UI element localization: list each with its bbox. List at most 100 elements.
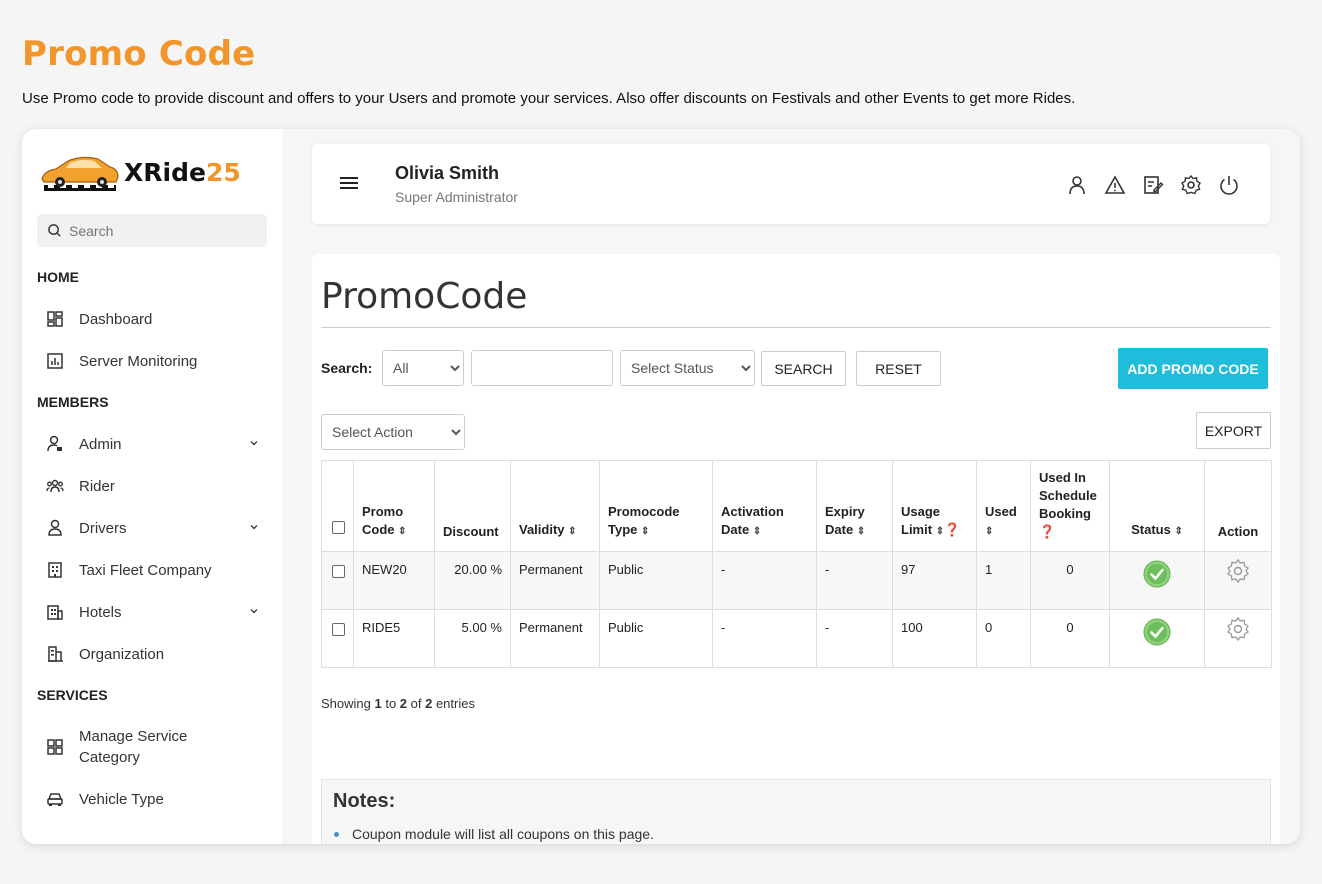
table-row: NEW20 20.00 % Permanent Public - - 97 1 … <box>321 551 1272 610</box>
entries-of-text: of <box>407 696 426 711</box>
entries-prefix: Showing <box>321 696 375 711</box>
brand-logo[interactable]: XRide25 <box>38 147 248 197</box>
header-text: Promocode <box>608 504 680 519</box>
sidebar-item-label: Drivers <box>79 519 127 537</box>
cell-action <box>1204 609 1272 668</box>
search-icon <box>48 224 61 237</box>
sidebar-item-hotels[interactable]: Hotels <box>46 603 266 621</box>
app-frame: XRide25 HOME Dashboard Server Monitoring… <box>22 129 1300 844</box>
page-description: Use Promo code to provide discount and o… <box>22 90 1076 107</box>
sidebar-search[interactable] <box>37 214 267 247</box>
cell-type: Public <box>599 609 713 668</box>
cell-schedule-used: 0 <box>1030 551 1110 610</box>
header-text: Date <box>825 522 854 537</box>
header-text: Promo <box>362 504 404 519</box>
entries-from: 1 <box>374 696 382 711</box>
row-select-cell <box>321 551 354 610</box>
row-checkbox[interactable] <box>332 565 345 578</box>
sidebar-search-input[interactable] <box>69 222 249 239</box>
gear-icon[interactable] <box>1225 558 1251 584</box>
search-label: Search: <box>321 360 373 376</box>
brand-name-text: XRide <box>124 157 206 187</box>
settings-icon[interactable] <box>1180 174 1202 196</box>
header-text: Expiry <box>825 504 865 519</box>
cell-code: NEW20 <box>353 551 435 610</box>
bulk-action-select[interactable]: Select Action <box>321 414 465 450</box>
power-icon[interactable] <box>1218 174 1240 196</box>
header-promocode-type[interactable]: Promocode Type ⇕ <box>599 460 713 552</box>
help-icon[interactable]: ❓ <box>944 522 960 537</box>
section-home: HOME <box>37 269 79 285</box>
cell-action <box>1204 551 1272 610</box>
header-text: Action <box>1217 524 1259 539</box>
search-field-select[interactable]: All <box>382 350 464 386</box>
header-text: Used <box>985 504 1017 519</box>
header-text: Limit <box>901 522 933 537</box>
sort-icon: ⇕ <box>856 526 866 537</box>
header-text: Usage <box>901 504 941 519</box>
sidebar-item-taxi-fleet-company[interactable]: Taxi Fleet Company <box>46 561 266 579</box>
row-checkbox[interactable] <box>332 623 345 636</box>
cell-expiry: - <box>816 609 893 668</box>
header-text: Discount <box>443 524 499 539</box>
sidebar-item-label: Admin <box>79 435 122 453</box>
row-select-cell <box>321 609 354 668</box>
sidebar-item-rider[interactable]: Rider <box>46 477 266 495</box>
sidebar-item-admin[interactable]: Admin <box>46 435 266 453</box>
header-promo-code[interactable]: Promo Code ⇕ <box>353 460 435 552</box>
sidebar: XRide25 HOME Dashboard Server Monitoring… <box>22 129 282 844</box>
add-promo-code-button[interactable]: ADD PROMO CODE <box>1118 348 1268 389</box>
cell-discount: 20.00 % <box>434 551 511 610</box>
header-text: Booking <box>1039 506 1091 521</box>
sidebar-item-organization[interactable]: Organization <box>46 645 266 663</box>
user-lock-icon <box>46 435 64 453</box>
sidebar-item-manage-service-category[interactable]: Manage Service Category <box>46 726 266 768</box>
search-button[interactable]: SEARCH <box>761 351 846 386</box>
check-circle-icon[interactable] <box>1143 618 1171 646</box>
help-icon[interactable]: ❓ <box>1039 524 1055 539</box>
header-action: Action <box>1204 460 1272 552</box>
cell-usage-limit: 100 <box>892 609 977 668</box>
sidebar-item-label: Vehicle Type <box>79 790 164 808</box>
header-expiry-date[interactable]: Expiry Date ⇕ <box>816 460 893 552</box>
section-services: SERVICES <box>37 687 108 703</box>
header-icons <box>1066 174 1240 196</box>
user-role: Super Administrator <box>395 189 518 205</box>
sidebar-item-label: Organization <box>79 645 165 663</box>
sidebar-item-drivers[interactable]: Drivers <box>46 519 266 537</box>
alert-icon[interactable] <box>1104 174 1126 196</box>
sidebar-item-server-monitoring[interactable]: Server Monitoring <box>46 352 266 370</box>
header-text: Code <box>362 522 395 537</box>
user-name: Olivia Smith <box>395 163 500 183</box>
entries-to: 2 <box>399 696 408 711</box>
cell-used: 1 <box>976 551 1031 610</box>
header-text: Status <box>1131 522 1171 537</box>
sidebar-item-vehicle-type[interactable]: Vehicle Type <box>46 790 266 808</box>
gear-icon[interactable] <box>1225 616 1251 642</box>
header-usage-limit[interactable]: Usage Limit ⇕❓ <box>892 460 977 552</box>
entries-to-text: to <box>381 696 400 711</box>
header-activation-date[interactable]: Activation Date ⇕ <box>712 460 817 552</box>
top-header: Olivia Smith Super Administrator <box>312 144 1270 224</box>
header-text: Used In <box>1039 470 1086 485</box>
reset-button[interactable]: RESET <box>856 351 941 386</box>
export-button[interactable]: EXPORT <box>1196 412 1271 449</box>
check-circle-icon[interactable] <box>1143 560 1171 588</box>
edit-icon[interactable] <box>1142 174 1164 196</box>
sidebar-item-label-line1: Manage Service <box>79 728 188 745</box>
menu-icon[interactable] <box>340 176 358 190</box>
header-status[interactable]: Status ⇕ <box>1109 460 1205 552</box>
sort-icon: ⇕ <box>1174 526 1183 537</box>
status-select[interactable]: Select Status <box>620 350 755 386</box>
header-used[interactable]: Used ⇕ <box>976 460 1031 552</box>
select-all-checkbox[interactable] <box>332 521 345 534</box>
header-text: Validity <box>519 522 565 537</box>
sidebar-item-dashboard[interactable]: Dashboard <box>46 310 266 328</box>
header-text: Date <box>721 522 750 537</box>
user-icon[interactable] <box>1066 174 1088 196</box>
car-icon <box>46 790 64 808</box>
driver-icon <box>46 519 64 537</box>
search-input[interactable] <box>471 350 613 386</box>
header-validity[interactable]: Validity ⇕ <box>510 460 600 552</box>
table-header-row: Promo Code ⇕ Discount Validity ⇕ Promocod… <box>321 460 1272 552</box>
